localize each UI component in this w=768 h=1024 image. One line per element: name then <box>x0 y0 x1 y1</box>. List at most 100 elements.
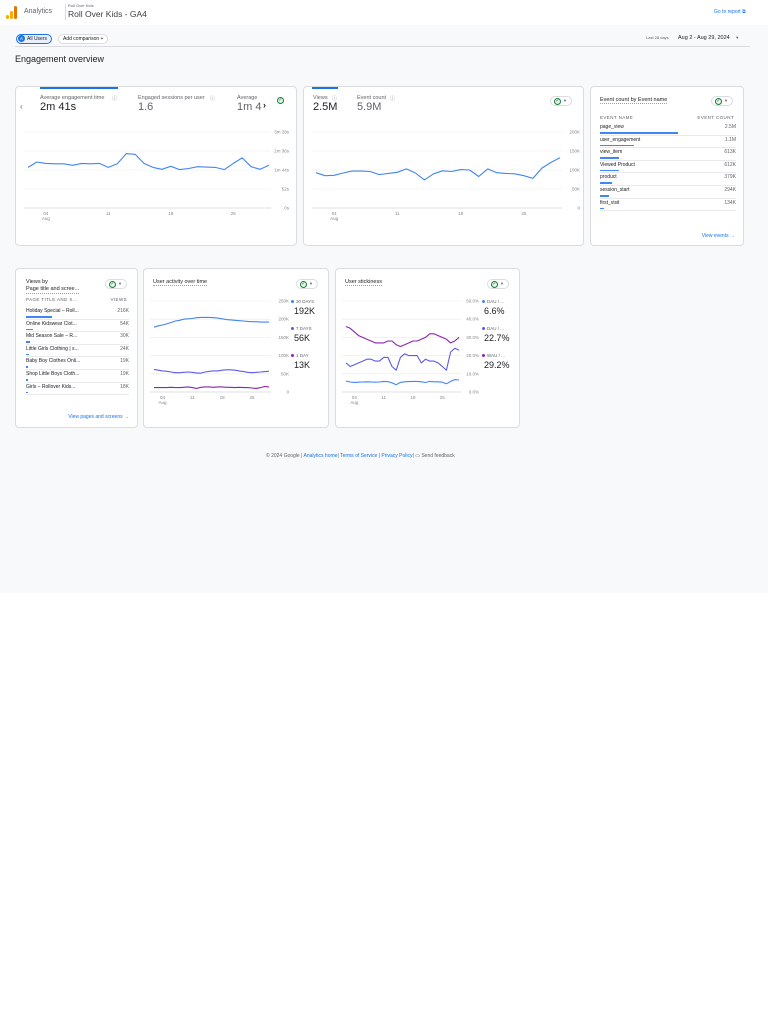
terms-link[interactable]: Terms of Service <box>340 453 377 459</box>
dropdown-icon: ▼ <box>563 98 567 103</box>
y-tick-label: 40.0% <box>466 317 479 322</box>
series-line <box>345 379 460 386</box>
metric-value: 5.9M <box>357 101 382 113</box>
column-header-event-name[interactable]: EVENT NAME <box>600 115 633 120</box>
metric-value: 1m 4 <box>237 101 262 113</box>
add-comparison-label: Add comparison <box>63 36 100 42</box>
x-tick-label: 18 <box>168 211 174 216</box>
date-range-picker[interactable]: Aug 2 - Aug 29, 2024 ▼ <box>678 35 739 41</box>
table-row[interactable]: session_start 294K <box>600 186 736 199</box>
legend-value: 29.2% <box>484 360 510 370</box>
help-icon[interactable]: ⓘ <box>210 95 215 102</box>
metric-tab-event-count[interactable]: Event count 5.9M <box>357 95 386 113</box>
legend-dot <box>482 300 485 303</box>
legend-1-day: 1 DAY <box>291 353 309 358</box>
y-tick-label: 0.0% <box>469 390 479 395</box>
y-tick-label: 0 <box>286 390 289 395</box>
legend-label: 1 DAY <box>296 353 309 358</box>
engagement-time-card: ‹ Average engagement time 2m 41s ⓘ Engage… <box>15 86 297 246</box>
table-row[interactable]: user_engagement 1.1M <box>600 136 736 149</box>
series-line <box>153 368 270 374</box>
table-row[interactable]: Girls – Rollover Kids... 18K <box>26 383 129 396</box>
copyright: © 2024 Google | <box>266 453 303 459</box>
feedback-icon: ▭ <box>415 453 420 459</box>
table-row[interactable]: first_visit 134K <box>600 199 736 212</box>
table-row[interactable]: Baby Boy Clothes Onli... 19K <box>26 357 129 370</box>
table-row[interactable]: Online Kidswear Clot... 54K <box>26 320 129 333</box>
metric-tab-sessions-per-user[interactable]: Engaged sessions per user 1.6 <box>138 95 205 113</box>
row-name: Little Girls Clothing | s... <box>26 345 79 352</box>
property-selector[interactable]: Roll Over Kids - GA4 <box>68 9 147 19</box>
legend-label: 7 DAYS <box>296 326 312 331</box>
row-name: Girls – Rollover Kids... <box>26 383 76 390</box>
table-row[interactable]: view_item 613K <box>600 148 736 161</box>
table-row[interactable]: Holiday Special – Roll... 216K <box>26 307 129 320</box>
metric-value: 2m 41s <box>40 101 77 113</box>
x-tick-label: 18 <box>220 395 226 400</box>
compare-dropdown[interactable]: ✓ ▼ <box>105 279 127 289</box>
compare-status[interactable]: ✓ <box>274 96 286 106</box>
dropdown-icon: ▼ <box>118 281 122 286</box>
column-header-event-count[interactable]: EVENT COUNT <box>697 115 734 120</box>
row-value: 612K <box>724 161 736 168</box>
account-name[interactable]: Roll Over Kids <box>68 3 94 8</box>
y-tick-label: 150K <box>569 149 580 154</box>
event-count-card: Event count by Event name ✓ ▼ EVENT NAME … <box>590 86 744 246</box>
divider <box>65 4 66 20</box>
analytics-home-link[interactable]: Analytics home <box>304 453 338 459</box>
row-share-bar <box>600 157 620 159</box>
help-icon[interactable]: ⓘ <box>112 95 117 102</box>
legend-30-days: 30 DAYS <box>291 299 314 304</box>
view-events-link[interactable]: View events → <box>702 233 735 239</box>
legend-7-days: 7 DAYS <box>291 326 312 331</box>
table-row[interactable]: Shop Little Boys Cloth... 19K <box>26 370 129 383</box>
row-value: 2.5M <box>724 124 736 130</box>
row-name: Mid Season Sale – R... <box>26 333 78 340</box>
legend-dot <box>291 300 294 303</box>
help-icon[interactable]: ⓘ <box>332 95 337 102</box>
date-range: Aug 2 - Aug 29, 2024 <box>678 35 730 41</box>
legend-value: 13K <box>294 360 311 370</box>
table-row[interactable]: Little Girls Clothing | s... 24K <box>26 345 129 358</box>
row-value: 613K <box>724 149 736 156</box>
y-tick-label: 50.0% <box>466 299 479 304</box>
series-line <box>345 347 460 371</box>
active-tab-indicator <box>40 87 118 89</box>
add-comparison-button[interactable]: Add comparison + <box>58 34 109 44</box>
card-title: User activity over time <box>153 279 208 286</box>
y-tick-label: 0s <box>284 206 290 211</box>
send-feedback-button[interactable]: ▭ Send feedback <box>415 453 454 459</box>
app-name: Analytics <box>24 8 53 15</box>
card-title: User stickiness <box>345 279 382 286</box>
row-name: Holiday Special – Roll... <box>26 308 79 314</box>
row-name: Online Kidswear Clot... <box>26 320 77 327</box>
compare-dropdown[interactable]: ✓ ▼ <box>296 279 318 289</box>
x-tick-sublabel: Aug <box>350 400 359 405</box>
y-tick-label: 250K <box>278 299 289 304</box>
row-value: 379K <box>724 174 736 181</box>
user-stickiness-chart: 0.0%10.0%20.0%30.0%40.0%50.0%04Aug11 18 25 <box>342 299 479 405</box>
table-row[interactable]: page_view 2.5M <box>600 123 736 136</box>
column-header-page-title[interactable]: PAGE TITLE AND S... <box>26 297 78 302</box>
table-row[interactable]: product 379K <box>600 173 736 186</box>
compare-dropdown[interactable]: ✓ ▼ <box>711 96 733 106</box>
legend-value: 56K <box>294 333 311 343</box>
table-row[interactable]: Mid Season Sale – R... 30K <box>26 332 129 345</box>
chevron-right-icon[interactable]: › <box>263 100 266 110</box>
compare-dropdown[interactable]: ✓ ▼ <box>487 279 509 289</box>
chevron-left-icon[interactable]: ‹ <box>20 102 23 111</box>
go-to-report-link[interactable]: Go to report ⧉ <box>714 9 746 15</box>
help-icon[interactable]: ⓘ <box>390 95 395 102</box>
column-header-views[interactable]: VIEWS <box>110 297 127 302</box>
view-pages-link[interactable]: View pages and screens → <box>68 414 129 420</box>
table-row[interactable]: Viewed Product 612K <box>600 161 736 174</box>
compare-dropdown[interactable]: ✓ ▼ <box>550 96 572 106</box>
y-tick-label: 52s <box>282 187 290 192</box>
segment-all-users[interactable]: A All Users <box>16 34 53 44</box>
metric-tab-avg-engagement[interactable]: Average engagement time 2m 41s <box>40 95 104 113</box>
row-share-bar <box>26 379 29 381</box>
title-line: Page title and scree... <box>26 286 80 294</box>
legend-label: WAU / ... <box>487 353 505 358</box>
privacy-link[interactable]: Privacy Policy <box>381 453 412 459</box>
metric-tab-average[interactable]: Average 1m 4 <box>237 95 263 113</box>
